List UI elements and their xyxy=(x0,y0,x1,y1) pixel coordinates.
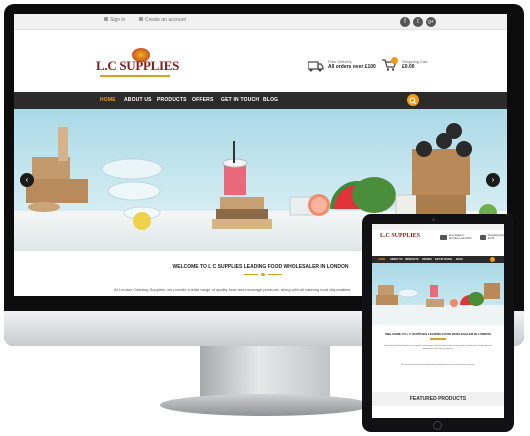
cart-info[interactable]: Shopping Cart £0.00 xyxy=(402,59,428,70)
tablet-search-icon[interactable] xyxy=(490,257,495,262)
tablet-intro-text: At London Catering Supplies, we provide … xyxy=(384,345,492,350)
logo-underline xyxy=(100,75,170,77)
delivery-truck-icon xyxy=(308,61,324,72)
search-button[interactable] xyxy=(407,94,419,106)
tablet-nav: HOME ABOUT US PRODUCTS OFFERS GET IN TOU… xyxy=(372,256,504,263)
tablet-nav-get-in-touch[interactable]: GET IN TOUCH xyxy=(435,258,452,261)
tablet-nav-offers[interactable]: OFFERS xyxy=(422,258,432,261)
nav-products[interactable]: PRODUCTS xyxy=(157,97,187,103)
nav-get-in-touch[interactable]: GET IN TOUCH xyxy=(221,97,259,103)
tablet-nav-products[interactable]: PRODUCTS xyxy=(405,258,418,261)
tablet-top-bar xyxy=(372,224,504,230)
search-icon xyxy=(409,97,417,105)
signin-link[interactable]: Sign in xyxy=(104,17,125,23)
tablet-heading-divider xyxy=(430,338,446,340)
tablet-hero-image xyxy=(372,283,504,325)
tablet-cart-info[interactable]: Shopping Cart £0.00 xyxy=(488,234,504,240)
site-logo[interactable]: L.C SUPPLIES xyxy=(96,48,186,78)
site-header: L.C SUPPLIES Free Delivery All orders ov… xyxy=(14,30,507,92)
tablet-nav-blog[interactable]: BLOG xyxy=(456,258,463,261)
slider-prev-button[interactable]: ‹ xyxy=(20,173,34,187)
google-plus-icon[interactable]: g+ xyxy=(426,17,436,27)
tablet-nav-home[interactable]: HOME xyxy=(378,258,385,261)
top-bar: Sign in Create an account f t g+ xyxy=(14,14,507,30)
logo-text: L.C SUPPLIES xyxy=(96,58,180,73)
tablet-cart-icon[interactable] xyxy=(480,235,486,240)
nav-blog[interactable]: BLOG xyxy=(263,97,278,103)
tablet-camera xyxy=(432,218,435,221)
nav-about-us[interactable]: ABOUT US xyxy=(124,97,152,103)
nav-home[interactable]: HOME xyxy=(100,97,116,103)
tablet-logo[interactable]: L.C SUPPLIES xyxy=(380,233,420,239)
create-account-link[interactable]: Create an account xyxy=(139,17,186,23)
tablet-hero xyxy=(372,263,504,325)
tablet-website: L.C SUPPLIES Free Delivery All orders ov… xyxy=(372,224,504,418)
tablet-nav-about-us[interactable]: ABOUT US xyxy=(390,258,402,261)
main-nav: HOME ABOUT US PRODUCTS OFFERS GET IN TOU… xyxy=(14,92,507,109)
tablet-delivery-truck-icon xyxy=(440,235,447,240)
tablet-home-button xyxy=(433,421,442,430)
cart-count-badge xyxy=(391,57,398,64)
twitter-icon[interactable]: t xyxy=(413,17,423,27)
tablet-welcome-heading: WELCOME TO L C SUPPLIES LEADING FOOD WHO… xyxy=(385,332,491,336)
user-icon xyxy=(104,17,108,21)
tablet-intro-text-2: We are committed to providing the best q… xyxy=(401,364,475,366)
lock-icon xyxy=(139,17,143,21)
facebook-icon[interactable]: f xyxy=(400,17,410,27)
heading-divider xyxy=(244,273,282,276)
imac-stand xyxy=(160,346,370,416)
featured-products-heading: FEATURED PRODUCTS xyxy=(372,392,504,406)
slider-next-button[interactable]: › xyxy=(486,173,500,187)
tablet-delivery-info: Free Delivery All orders over £100 xyxy=(449,234,472,240)
delivery-info: Free Delivery All orders over £100 xyxy=(328,59,376,70)
nav-offers[interactable]: OFFERS xyxy=(192,97,213,103)
